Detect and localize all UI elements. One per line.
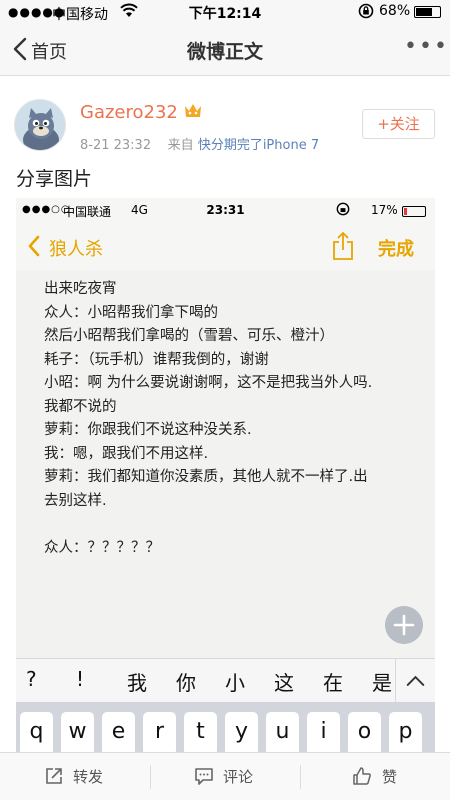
cat-avatar-icon — [15, 100, 65, 150]
keyboard-key: u — [266, 712, 299, 756]
note-line: 然后小昭帮我们拿喝的（雪碧、可乐、橙汁） — [44, 328, 334, 344]
battery-percent: 68% — [379, 3, 411, 19]
keyboard-key: o — [348, 712, 381, 756]
suggestion-item: 你 — [176, 671, 196, 695]
note-line: 我都不说的 — [44, 398, 117, 415]
battery-icon — [414, 6, 441, 18]
note-line: 耗子：（玩手机）谁帮我倒的，谢谢 — [44, 351, 269, 368]
page-title: 微博正文 — [186, 41, 263, 63]
keyboard-key: e — [102, 712, 135, 756]
note-line: 我：嗯，跟我们不用这样. — [44, 445, 209, 462]
screenshot-battery-percent: 17% — [371, 203, 398, 217]
post-text: 分享图片 — [16, 168, 93, 190]
note-body: 出来吃夜宵 众人：小昭帮我们拿下喝的 然后小昭帮我们拿喝的（雪碧、可乐、橙汁） … — [44, 278, 424, 560]
keyboard-key: y — [225, 712, 258, 756]
keyboard-suggestion-bar: ? ! 我 你 小 这 在 是 — [16, 658, 435, 703]
note-line: 萝莉：你跟我们不说这种没关系. — [44, 422, 252, 438]
note-line: 众人：？？？？？ — [44, 539, 160, 556]
post-meta: 8-21 23:32 来自 快分期完了iPhone 7 — [80, 134, 319, 153]
keyboard-key: p — [389, 712, 422, 756]
suggestion-item: 我 — [127, 671, 147, 695]
battery-icon — [402, 206, 426, 217]
rotation-lock-icon — [358, 3, 374, 19]
suggestion-item: 小 — [225, 671, 245, 695]
username[interactable]: Gazero232 — [80, 102, 178, 123]
status-bar: ●●●●● 中国移动 下午12:14 68% — [0, 0, 450, 24]
chevron-up-icon — [395, 659, 435, 703]
screenshot-back-label: 狼人杀 — [49, 239, 103, 260]
keyboard-key: q — [20, 712, 53, 756]
post-image[interactable]: ●●●○○ 中国联通 4G 23:31 17% 狼人杀 完成 出来吃夜宵 众人：… — [16, 198, 435, 758]
like-label: 赞 — [382, 768, 398, 786]
source-prefix: 来自 — [167, 138, 194, 153]
comment-label: 评论 — [223, 768, 254, 786]
thumbs-up-icon — [353, 767, 371, 785]
action-toolbar: 转发 评论 赞 — [0, 752, 450, 800]
add-icon — [385, 606, 423, 644]
follow-button[interactable]: +关注 — [362, 109, 435, 139]
screenshot-nav-bar: 狼人杀 完成 — [16, 224, 435, 270]
back-chevron-icon — [28, 235, 40, 257]
comment-button[interactable]: 评论 — [150, 753, 300, 801]
share-icon — [333, 231, 353, 260]
suggestion-item: 在 — [323, 671, 343, 695]
keyboard-key: r — [143, 712, 176, 756]
suggestion-item: ! — [76, 667, 85, 691]
like-button[interactable]: 赞 — [300, 753, 450, 801]
keyboard-key: w — [61, 712, 94, 756]
keyboard-key: t — [184, 712, 217, 756]
comment-icon — [195, 768, 213, 785]
note-line: 去别这样. — [44, 492, 107, 509]
post-source[interactable]: 快分期完了iPhone 7 — [198, 138, 319, 153]
suggestion-item: 这 — [274, 671, 294, 695]
note-line: 出来吃夜宵 — [44, 281, 117, 297]
keyboard-key: i — [307, 712, 340, 756]
avatar[interactable] — [14, 99, 66, 151]
post-timestamp: 8-21 23:32 — [80, 138, 152, 153]
suggestion-item: 是 — [372, 671, 392, 695]
note-line: 萝莉：我们都知道你没素质，其他人就不一样了.出 — [44, 469, 368, 485]
repost-label: 转发 — [73, 768, 104, 786]
keyboard: q w e r t y u i o p — [16, 702, 435, 758]
screenshot-done-label: 完成 — [378, 239, 414, 260]
screenshot-status-bar: ●●●○○ 中国联通 4G 23:31 17% — [16, 198, 435, 224]
note-line — [44, 513, 424, 537]
note-line: 小昭：啊 为什么要说谢谢啊，这不是把我当外人吗. — [44, 375, 373, 391]
rotation-lock-icon — [336, 202, 350, 216]
more-options-icon[interactable]: ••• — [404, 34, 449, 59]
repost-button[interactable]: 转发 — [0, 753, 150, 801]
nav-bar: 首页 微博正文 ••• — [0, 24, 450, 76]
vip-badge-icon — [185, 104, 201, 117]
suggestion-item: ? — [26, 667, 37, 691]
repost-icon — [46, 768, 62, 784]
note-line: 众人：小昭帮我们拿下喝的 — [44, 304, 218, 321]
